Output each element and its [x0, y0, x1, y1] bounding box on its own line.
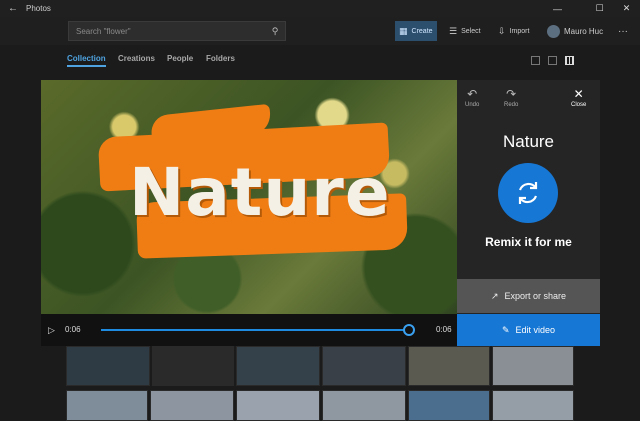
search-input[interactable]: Search "flower"	[76, 27, 265, 36]
title-bar: ← Photos — ☐ ✕	[0, 0, 640, 17]
thumbnail[interactable]	[236, 390, 320, 421]
redo-button[interactable]: ↷ Redo	[504, 88, 518, 108]
create-label: Create	[411, 27, 433, 35]
tab-people[interactable]: People	[167, 54, 193, 63]
thumbnail[interactable]	[236, 346, 320, 386]
video-preview[interactable]: Nature	[41, 80, 457, 314]
view-small-icon[interactable]	[565, 56, 574, 65]
seek-track[interactable]	[101, 329, 409, 331]
total-time: 0:06	[436, 325, 452, 334]
user-name: Mauro Huc	[564, 26, 604, 36]
thumbnail[interactable]	[66, 346, 150, 386]
current-time: 0:06	[65, 325, 81, 334]
thumbnail[interactable]	[66, 390, 148, 421]
command-bar: Search "flower" ⚲ ▦ Create ☰ Select ⇩ Im…	[0, 17, 640, 45]
edit-video-button[interactable]: ✎ Edit video	[457, 314, 600, 346]
thumbnail-grid	[66, 346, 574, 421]
close-window-icon[interactable]: ✕	[613, 0, 640, 17]
thumbnail[interactable]	[322, 390, 406, 421]
thumbnail[interactable]	[408, 390, 490, 421]
tab-collection[interactable]: Collection	[67, 54, 106, 67]
redo-icon: ↷	[506, 87, 517, 101]
create-button[interactable]: ▦ Create	[395, 21, 437, 41]
search-icon[interactable]: ⚲	[265, 26, 285, 37]
photos-app: ← Photos — ☐ ✕ Search "flower" ⚲ ▦ Creat…	[0, 0, 640, 421]
remix-button[interactable]	[498, 163, 558, 223]
thumbnail[interactable]	[150, 390, 234, 421]
playback-bar: ▷ 0:06 0:06	[41, 314, 457, 346]
redo-label: Redo	[504, 102, 519, 108]
select-button[interactable]: ☰ Select	[445, 21, 485, 41]
view-medium-icon[interactable]	[548, 56, 557, 65]
refresh-icon	[518, 182, 538, 204]
seek-handle[interactable]	[403, 324, 415, 336]
maximize-icon[interactable]: ☐	[586, 0, 613, 17]
import-button[interactable]: ⇩ Import	[494, 21, 533, 41]
select-icon: ☰	[449, 25, 458, 36]
undo-button[interactable]: ↶ Undo	[465, 88, 479, 108]
nav-tabs: Collection Creations People Folders	[0, 45, 640, 75]
import-icon: ⇩	[498, 25, 506, 36]
create-icon: ▦	[399, 25, 408, 36]
share-icon: ↗	[490, 290, 499, 301]
export-label: Export or share	[504, 291, 567, 301]
remix-label[interactable]: Remix it for me	[457, 235, 600, 249]
export-share-button[interactable]: ↗ Export or share	[457, 279, 600, 313]
close-icon: ✕	[573, 87, 584, 101]
edit-video-icon: ✎	[501, 324, 510, 335]
view-large-icon[interactable]	[531, 56, 540, 65]
video-remix-dialog: Nature ↶ Undo ↷ Redo ✕ Close Nature Remi…	[41, 80, 600, 346]
close-label: Close	[571, 102, 587, 108]
remix-panel: ↶ Undo ↷ Redo ✕ Close Nature Remix it fo…	[457, 80, 600, 346]
edit-label: Edit video	[515, 325, 556, 335]
close-button[interactable]: ✕ Close	[571, 88, 586, 108]
import-label: Import	[509, 27, 530, 35]
undo-icon: ↶	[467, 87, 478, 101]
back-arrow-icon[interactable]: ←	[0, 0, 26, 17]
thumbnail[interactable]	[322, 346, 406, 386]
account-button[interactable]: Mauro Huc	[543, 21, 607, 41]
search-box[interactable]: Search "flower" ⚲	[68, 21, 286, 41]
thumbnail[interactable]	[408, 346, 490, 386]
creation-title: Nature	[502, 132, 555, 151]
thumbnail[interactable]	[492, 346, 574, 386]
avatar	[547, 24, 560, 38]
select-label: Select	[461, 27, 481, 35]
minimize-icon[interactable]: —	[544, 0, 571, 17]
window-title: Photos	[26, 4, 51, 13]
tab-folders[interactable]: Folders	[206, 54, 235, 63]
video-title-overlay: Nature	[129, 154, 391, 231]
tab-creations[interactable]: Creations	[118, 54, 155, 63]
undo-label: Undo	[465, 102, 480, 108]
thumbnail[interactable]	[152, 346, 234, 386]
thumbnail[interactable]	[492, 390, 574, 421]
more-icon[interactable]: ···	[614, 21, 632, 41]
play-icon[interactable]: ▷	[48, 325, 55, 336]
